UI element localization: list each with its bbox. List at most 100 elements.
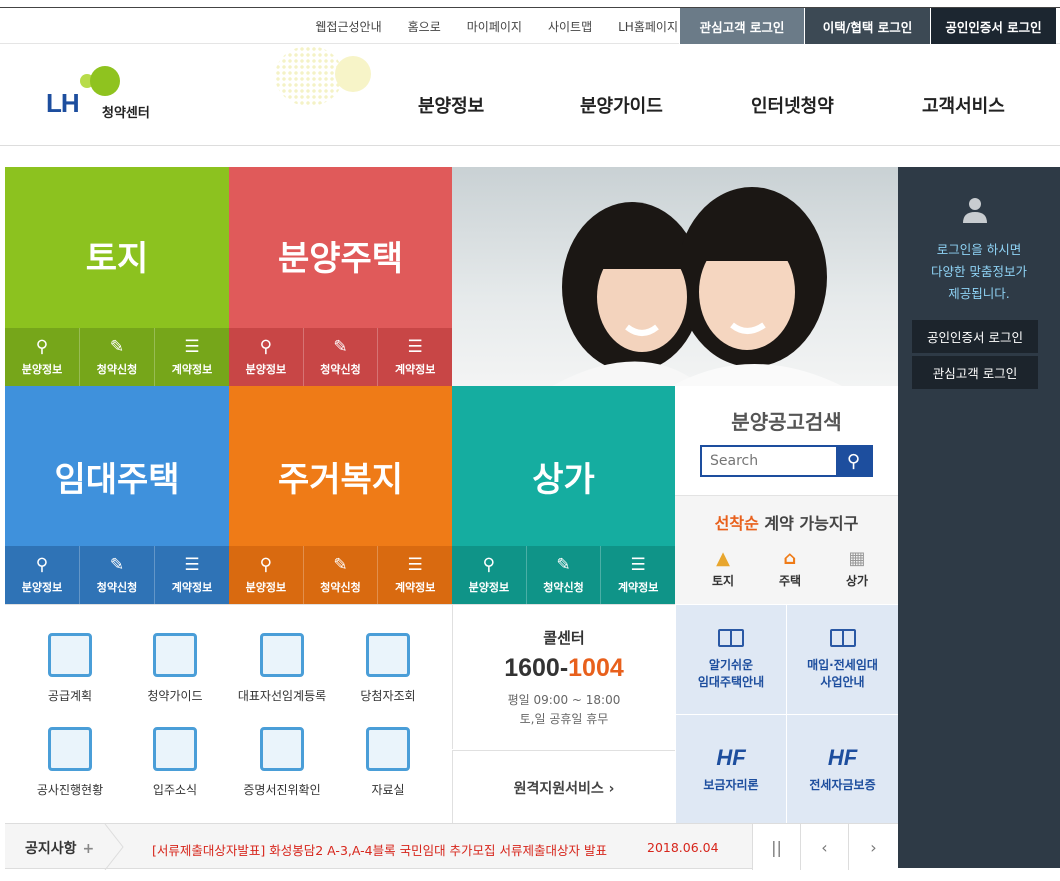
- header-decoration: [275, 44, 375, 106]
- logo-subtitle: 청약센터: [102, 106, 150, 121]
- action-contract[interactable]: ☰ 계약정보: [154, 546, 229, 604]
- link-lh-homepage[interactable]: LH홈페이지: [618, 18, 678, 35]
- link-accessibility[interactable]: 웹접근성안내: [315, 18, 381, 35]
- tile-rental-housing[interactable]: 임대주택 ⚲ 분양정보 ✎ 청약신청 ☰ 계약정보: [5, 386, 229, 604]
- holiday-notice: 토,일 공휴일 휴무: [519, 712, 609, 726]
- link-home[interactable]: 홈으로: [408, 18, 441, 35]
- tile-actions: ⚲ 분양정보 ✎ 청약신청 ☰ 계약정보: [229, 328, 452, 386]
- action-label: 청약신청: [320, 581, 361, 594]
- service-construction-status[interactable]: 공사진행현황: [15, 727, 125, 798]
- action-apply[interactable]: ✎ 청약신청: [79, 328, 154, 386]
- side-interest-login-button[interactable]: 관심고객 로그인: [912, 356, 1038, 389]
- service-supply-plan[interactable]: 공급계획: [15, 633, 125, 704]
- action-apply[interactable]: ✎ 청약신청: [302, 546, 378, 604]
- number-prefix: 1600-: [504, 654, 569, 682]
- purchase-rental-link[interactable]: 매입·전세임대 사업안내: [786, 604, 898, 714]
- action-contract[interactable]: ☰ 계약정보: [377, 546, 452, 604]
- call-center-title: 콜센터: [543, 629, 585, 647]
- chevron-right-divider-icon: [104, 824, 124, 870]
- action-sale-info[interactable]: ⚲ 분양정보: [229, 546, 303, 604]
- user-icon: [963, 198, 987, 223]
- deco-dots: [275, 46, 343, 106]
- notice-message[interactable]: [서류제출대상자발표] 화성봉담2 A-3,A-4블록 국민임대 추가모집 서류…: [152, 840, 607, 859]
- search-button[interactable]: ⚲: [836, 447, 871, 475]
- search-input[interactable]: [702, 447, 836, 475]
- first-come-housing[interactable]: ⌂ 주택: [762, 548, 818, 589]
- remote-support-link[interactable]: 원격지원서비스 ›: [452, 750, 675, 824]
- bogeumjari-loan-link[interactable]: HF 보금자리론: [675, 714, 786, 824]
- easy-rental-guide-link[interactable]: 알기쉬운 임대주택안내: [675, 604, 786, 714]
- action-sale-info[interactable]: ⚲ 분양정보: [229, 328, 303, 386]
- tile-housing-welfare[interactable]: 주거복지 ⚲ 분양정보 ✎ 청약신청 ☰ 계약정보: [229, 386, 452, 604]
- service-winner-lookup[interactable]: 당첨자조회: [333, 633, 443, 704]
- tile-title: 주거복지: [277, 460, 404, 500]
- service-label: 당첨자조회: [360, 689, 416, 703]
- login-prompt: 로그인을 하시면 다양한 맞춤정보가 제공됩니다.: [898, 239, 1060, 305]
- nav-online-application[interactable]: 인터넷청약: [751, 92, 834, 118]
- first-come-label: 주택: [778, 574, 802, 588]
- chevron-left-icon: ‹: [821, 837, 828, 857]
- side-cert-login-button[interactable]: 공인인증서 로그인: [912, 320, 1038, 353]
- cert-login-button[interactable]: 공인인증서 로그인: [930, 8, 1056, 44]
- service-label: 대표자선임계등록: [237, 689, 327, 703]
- checklist-icon: ☰: [407, 555, 423, 575]
- action-contract[interactable]: ☰ 계약정보: [154, 328, 229, 386]
- first-come-land[interactable]: ▲ 토지: [695, 548, 751, 589]
- search-icon: ⚲: [259, 555, 273, 575]
- calendar-icon: [153, 727, 197, 771]
- first-come-label: 토지: [711, 574, 735, 588]
- first-come-commercial[interactable]: ▦ 상가: [829, 548, 885, 589]
- service-move-in-news[interactable]: 입주소식: [120, 727, 230, 798]
- action-apply[interactable]: ✎ 청약신청: [302, 328, 378, 386]
- pause-button[interactable]: ||: [752, 824, 800, 870]
- tile-sale-housing[interactable]: 분양주택 ⚲ 분양정보 ✎ 청약신청 ☰ 계약정보: [229, 167, 452, 386]
- document-pen-icon: [260, 633, 304, 677]
- service-representative[interactable]: 대표자선임계등록: [227, 633, 337, 704]
- tile-commercial[interactable]: 상가 ⚲ 분양정보 ✎ 청약신청 ☰ 계약정보: [452, 386, 675, 604]
- action-contract[interactable]: ☰ 계약정보: [377, 328, 452, 386]
- pen-icon: ✎: [109, 555, 125, 575]
- first-come-items: ▲ 토지 ⌂ 주택 ▦ 상가: [695, 548, 885, 589]
- action-sale-info[interactable]: ⚲ 분양정보: [5, 546, 79, 604]
- tile-actions: ⚲ 분양정보 ✎ 청약신청 ☰ 계약정보: [5, 328, 229, 386]
- pen-icon: ✎: [109, 337, 125, 357]
- tile-title: 임대주택: [54, 460, 180, 500]
- tile-land[interactable]: 토지 ⚲ 분양정보 ✎ 청약신청 ☰ 계약정보: [5, 167, 229, 386]
- service-application-guide[interactable]: 청약가이드: [120, 633, 230, 704]
- notice-label[interactable]: 공지사항 +: [25, 838, 94, 858]
- link-sitemap[interactable]: 사이트맵: [548, 18, 592, 35]
- service-certificate-check[interactable]: 증명서진위확인: [227, 727, 337, 798]
- action-sale-info[interactable]: ⚲ 분양정보: [5, 328, 79, 386]
- action-apply[interactable]: ✎ 청약신청: [79, 546, 154, 604]
- nav-sale-guide[interactable]: 분양가이드: [580, 92, 663, 118]
- action-apply[interactable]: ✎ 청약신청: [525, 546, 601, 604]
- login-prompt-line: 다양한 맞춤정보가: [931, 264, 1027, 279]
- deposit-guarantee-link[interactable]: HF 전세자금보증: [786, 714, 898, 824]
- tile-actions: ⚲ 분양정보 ✎ 청약신청 ☰ 계약정보: [452, 546, 675, 604]
- search-icon: ⚲: [35, 337, 49, 357]
- nav-customer-service[interactable]: 고객서비스: [922, 92, 1005, 118]
- checklist-icon: ☰: [630, 555, 646, 575]
- action-sale-info[interactable]: ⚲ 분양정보: [452, 546, 526, 604]
- prev-button[interactable]: ‹: [800, 824, 848, 870]
- next-button[interactable]: ›: [848, 824, 898, 870]
- call-center-hours: 평일 09:00 ~ 18:00 토,일 공휴일 휴무: [453, 691, 675, 729]
- action-label: 분양정보: [245, 581, 287, 594]
- tile-title: 토지: [85, 239, 149, 279]
- nav-sale-info[interactable]: 분양정보: [418, 92, 484, 118]
- service-archive[interactable]: 자료실: [333, 727, 443, 798]
- relocation-login-button[interactable]: 이택/협택 로그인: [804, 8, 930, 44]
- action-label: 청약신청: [543, 581, 584, 594]
- link-mypage[interactable]: 마이페이지: [467, 18, 522, 35]
- book-icon: [153, 633, 197, 677]
- search-icon: ⚲: [35, 555, 49, 575]
- action-label: 계약정보: [171, 581, 213, 594]
- magnifier-window-icon: [366, 633, 410, 677]
- interest-login-button[interactable]: 관심고객 로그인: [679, 8, 804, 44]
- lh-logo[interactable]: LH 청약센터: [46, 66, 166, 122]
- action-contract[interactable]: ☰ 계약정보: [600, 546, 675, 604]
- notice-title: 공지사항: [25, 841, 77, 857]
- service-label: 공급계획: [47, 689, 93, 703]
- action-label: 계약정보: [394, 363, 436, 376]
- pie-chart-icon: [48, 727, 92, 771]
